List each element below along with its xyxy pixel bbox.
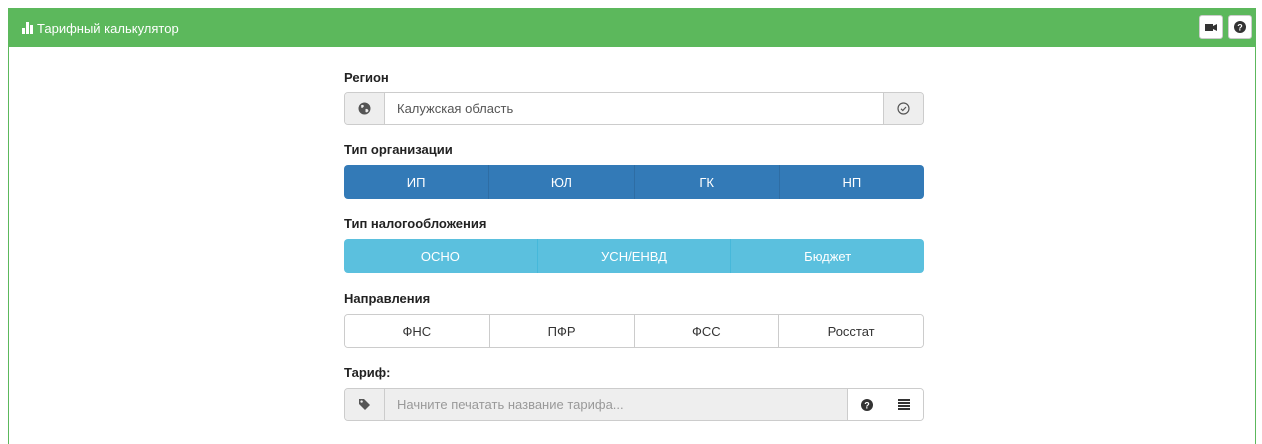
tax-type-label: Тип налогообложения [344,216,487,231]
globe-icon [358,102,371,115]
help-icon: ? [860,398,873,411]
tax-type-osno-button[interactable]: ОСНО [344,239,538,273]
region-label: Регион [344,70,389,85]
tax-type-budget-button[interactable]: Бюджет [731,239,924,273]
direction-fss-button[interactable]: ФСС [634,315,780,347]
panel-header: Тарифный калькулятор ? [9,9,1255,47]
region-input-group [344,92,924,125]
check-circle-icon [897,102,910,115]
help-icon: ? [1234,21,1246,33]
directions-group: ФНС ПФР ФСС Росстат [344,314,924,348]
tax-type-group: ОСНО УСН/ЕНВД Бюджет [344,239,924,273]
tariff-label: Тариф: [344,365,391,380]
tax-type-usn-button[interactable]: УСН/ЕНВД [537,239,732,273]
calculator-panel: Тарифный калькулятор ? Регион Калужская … [8,8,1256,444]
region-check-addon[interactable] [883,93,923,124]
video-button[interactable] [1199,15,1223,39]
globe-addon [345,93,385,124]
video-icon [1205,23,1217,31]
list-icon [898,399,910,410]
tariff-help-button[interactable]: ? [847,389,885,420]
direction-pfr-button[interactable]: ПФР [489,315,635,347]
panel-title-text: Тарифный калькулятор [37,20,179,36]
help-button[interactable]: ? [1228,15,1252,39]
direction-rosstat-button[interactable]: Росстат [779,315,923,347]
org-type-np-button[interactable]: НП [779,165,924,199]
org-type-label: Тип организации [344,142,453,157]
svg-text:?: ? [1237,23,1243,33]
tariff-search-input[interactable] [385,389,847,420]
region-field[interactable] [385,93,883,124]
svg-text:?: ? [864,400,870,410]
tag-addon [345,389,385,420]
direction-fns-button[interactable]: ФНС [345,315,490,347]
panel-title: Тарифный калькулятор [22,21,179,36]
org-type-group: ИП ЮЛ ГК НП [344,165,924,199]
tag-icon [359,399,370,410]
bar-chart-icon [22,22,33,34]
org-type-ul-button[interactable]: ЮЛ [489,165,635,199]
org-type-ip-button[interactable]: ИП [344,165,490,199]
tariff-list-button[interactable] [885,389,923,420]
org-type-gk-button[interactable]: ГК [634,165,780,199]
directions-label: Направления [344,291,431,306]
tariff-input-group: ? [344,388,924,421]
